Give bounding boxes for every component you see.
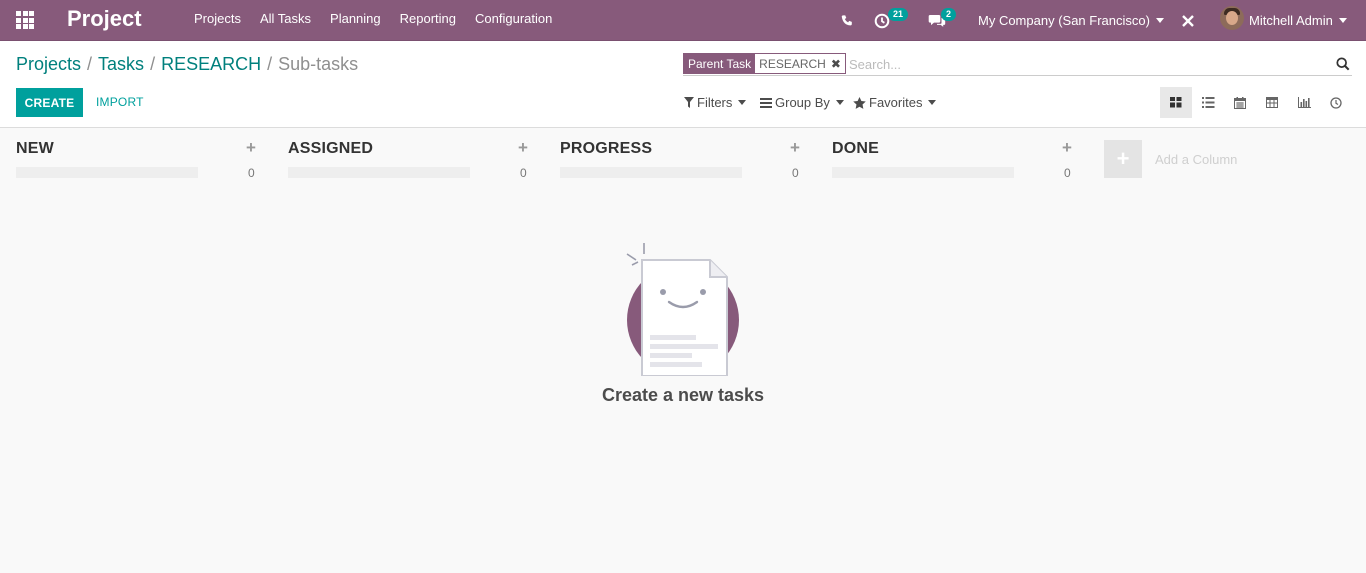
messages-icon[interactable] [928,0,946,41]
column-title-new[interactable]: NEW [16,140,54,158]
apps-menu-icon[interactable] [16,11,34,29]
company-switcher[interactable]: My Company (San Francisco) [978,0,1164,41]
quick-create-icon[interactable]: + [518,138,528,158]
favorites-label: Favorites [869,95,923,110]
filters-dropdown[interactable]: Filters [684,95,747,110]
quick-create-icon[interactable]: + [790,138,800,158]
breadcrumb-projects[interactable]: Projects [16,54,81,74]
menu-item-projects[interactable]: Projects [194,11,241,26]
chevron-down-icon [1338,18,1347,23]
search-bar: Parent Task RESEARCH ✖ [683,53,1352,76]
calendar-icon [1234,96,1246,109]
breadcrumb-tasks[interactable]: Tasks [98,54,144,74]
add-column-button[interactable]: + [1104,140,1142,178]
bars-icon [760,97,772,108]
column-title-progress[interactable]: PROGRESS [560,140,652,158]
control-panel: Projects / Tasks / RESEARCH / Sub-tasks CREATE… [0,41,1366,128]
quick-create-icon[interactable]: + [246,138,256,158]
graph-view-button[interactable] [1288,87,1320,118]
facet-label: Parent Task [684,54,756,73]
company-name: My Company (San Francisco) [978,13,1150,28]
list-icon [1201,97,1214,108]
activity-view-button[interactable] [1320,87,1352,118]
pivot-icon [1266,97,1278,108]
import-button[interactable]: IMPORT [96,95,144,109]
user-avatar[interactable] [1220,6,1244,30]
debug-tools-icon[interactable] [1181,0,1195,41]
column-count: 0 [248,166,255,180]
chevron-down-icon [835,100,844,105]
activity-count-badge: 21 [888,8,909,21]
menu-item-configuration[interactable]: Configuration [475,11,552,26]
kanban-icon [1170,97,1182,108]
menu-item-planning[interactable]: Planning [330,11,381,26]
breadcrumb: Projects / Tasks / RESEARCH / Sub-tasks [16,54,358,75]
breadcrumb-current: Sub-tasks [278,54,359,74]
column-progress-bar [16,167,198,178]
chevron-down-icon [1155,18,1164,23]
kanban-view-button[interactable] [1160,87,1192,118]
empty-state-title: Create a new tasks [601,385,765,405]
column-progress-bar [560,167,742,178]
column-count: 0 [520,166,527,180]
filters-label: Filters [697,95,733,110]
remove-facet-icon[interactable]: ✖ [831,56,841,72]
create-button[interactable]: CREATE [16,88,83,117]
column-progress-bar [288,167,470,178]
app-brand[interactable]: Project [67,6,142,32]
column-count: 0 [1064,166,1071,180]
user-name: Mitchell Admin [1249,13,1333,28]
user-menu[interactable]: Mitchell Admin [1249,0,1347,41]
breadcrumb-separator: / [267,54,273,74]
search-facet: Parent Task RESEARCH ✖ [683,53,846,74]
empty-document-illustration [626,243,739,380]
group-by-label: Group By [775,95,830,110]
main-menu: Projects All Tasks Planning Reporting Co… [194,11,571,26]
breadcrumb-separator: / [87,54,93,74]
breadcrumb-research[interactable]: RESEARCH [161,54,261,74]
add-column-label[interactable]: Add a Column [1155,152,1237,167]
column-title-done[interactable]: DONE [832,140,879,158]
column-progress-bar [832,167,1014,178]
filter-icon [684,97,694,108]
message-count-badge: 2 [941,8,957,21]
breadcrumb-separator: / [150,54,156,74]
column-title-assigned[interactable]: ASSIGNED [288,140,373,158]
pivot-view-button[interactable] [1256,87,1288,118]
search-icon[interactable] [1336,57,1350,71]
chevron-down-icon [738,100,747,105]
search-input[interactable] [849,55,1319,73]
activity-clock-icon[interactable] [874,0,890,41]
list-view-button[interactable] [1192,87,1224,118]
star-icon [853,96,866,109]
phone-icon[interactable] [840,0,854,41]
activity-icon [1330,96,1342,109]
view-switcher [1160,87,1352,118]
quick-create-icon[interactable]: + [1062,138,1072,158]
menu-item-reporting[interactable]: Reporting [400,11,456,26]
calendar-view-button[interactable] [1224,87,1256,118]
graph-icon [1297,97,1311,108]
favorites-dropdown[interactable]: Favorites [853,95,937,110]
group-by-dropdown[interactable]: Group By [760,95,844,110]
menu-item-all-tasks[interactable]: All Tasks [260,11,311,26]
facet-value: RESEARCH [759,56,826,71]
top-navbar: Project Projects All Tasks Planning Repo… [0,0,1366,41]
column-count: 0 [792,166,799,180]
chevron-down-icon [928,100,937,105]
